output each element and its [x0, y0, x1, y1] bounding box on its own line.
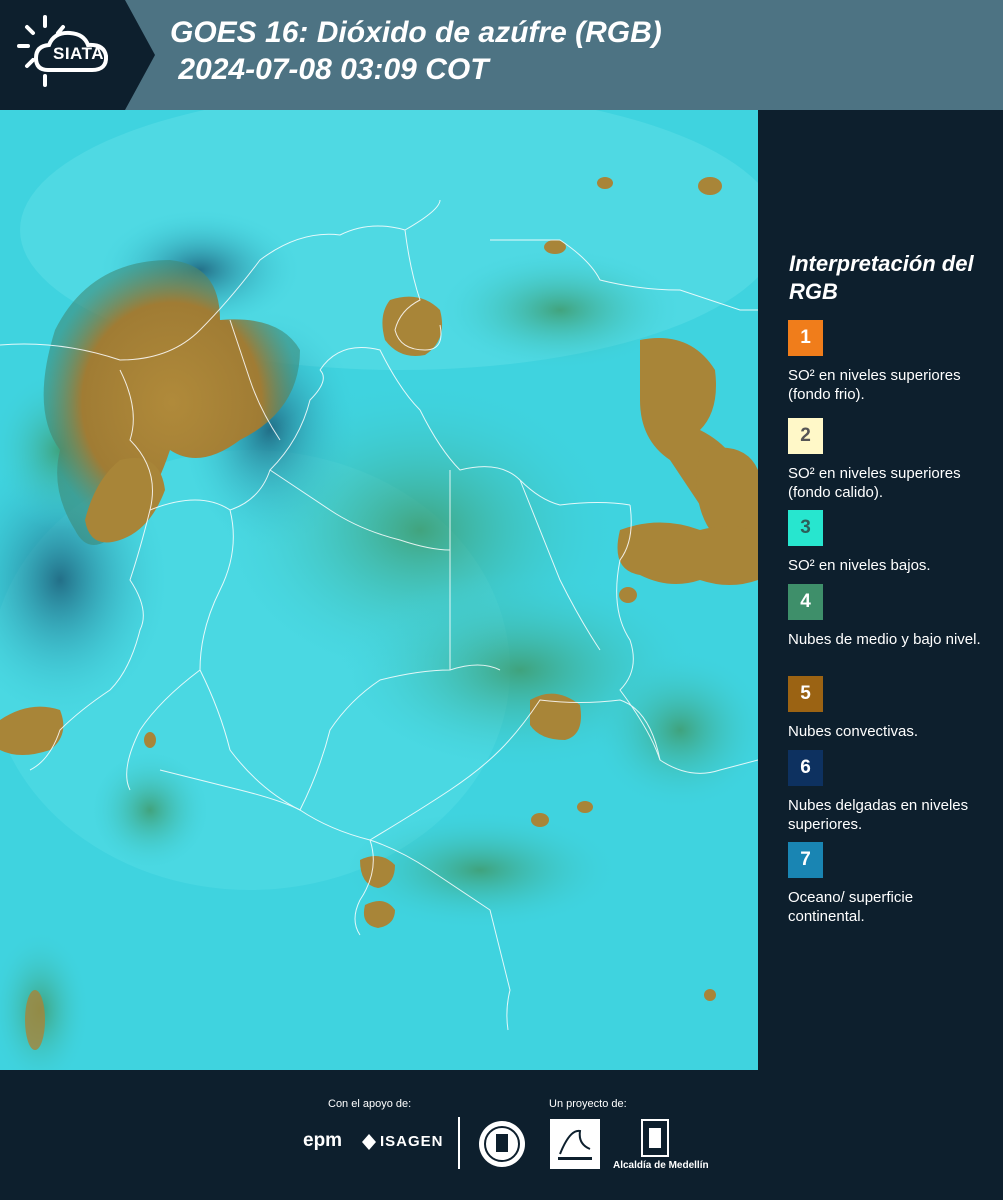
legend-label-2: SO² en niveles superiores (fondo calido)… — [788, 465, 961, 501]
legend-number-7: 7 — [800, 849, 811, 870]
page-title: GOES 16: Dióxido de azúfre (RGB) 2024-07… — [170, 16, 662, 86]
legend-number-1: 1 — [800, 327, 811, 348]
legend-item-6: 6 Nubes delgadas en niveles superiores. — [788, 750, 993, 834]
isagen-logo: ISAGEN — [380, 1133, 444, 1150]
legend-swatch-7: 7 — [788, 842, 823, 878]
legend-item-7: 7 Oceano/ superficie continental. — [788, 842, 993, 926]
legend-title: Interpretación del RGB — [789, 251, 974, 304]
footer-divider — [458, 1117, 460, 1169]
legend-number-2: 2 — [800, 425, 811, 446]
header-bar: SIATA GOES 16: Dióxido de azúfre (RGB) 2… — [0, 0, 1003, 110]
legend-label-4: Nubes de medio y bajo nivel. — [788, 631, 981, 648]
legend-swatch-6: 6 — [788, 750, 823, 786]
legend-swatch-1: 1 — [788, 320, 823, 356]
legend-label-6: Nubes delgadas en niveles superiores. — [788, 797, 969, 833]
legend-swatch-3: 3 — [788, 510, 823, 546]
medellin-seal-icon — [479, 1121, 525, 1167]
legend-panel: Interpretación del RGB 1 SO² en niveles … — [770, 110, 1003, 1070]
legend-label-7: Oceano/ superficie continental. — [788, 889, 914, 925]
legend-label-5: Nubes convectivas. — [788, 723, 919, 740]
satellite-map[interactable] — [0, 110, 758, 1070]
legend-item-3: 3 SO² en niveles bajos. — [788, 510, 993, 575]
legend-number-3: 3 — [800, 517, 811, 538]
area-metropolitana-logo — [550, 1119, 600, 1169]
logo-text: SIATA — [53, 44, 104, 63]
isagen-icon — [362, 1134, 376, 1150]
legend-item-1: 1 SO² en niveles superiores (fondo frio)… — [788, 320, 993, 404]
legend-number-5: 5 — [800, 683, 811, 704]
legend-number-4: 4 — [800, 591, 811, 612]
epm-logo: epm — [303, 1130, 343, 1151]
alcaldia-shield-icon — [641, 1119, 669, 1157]
support-label: Con el apoyo de: — [328, 1098, 412, 1110]
legend-item-2: 2 SO² en niveles superiores (fondo calid… — [788, 418, 993, 502]
map-image — [0, 110, 758, 1070]
legend-item-5: 5 Nubes convectivas. — [788, 676, 993, 741]
legend-number-6: 6 — [800, 757, 811, 778]
footer: Con el apoyo de: Un proyecto de: epm ISA… — [0, 1070, 1003, 1200]
legend-label-3: SO² en niveles bajos. — [788, 557, 931, 574]
legend-swatch-4: 4 — [788, 584, 823, 620]
project-label: Un proyecto de: — [549, 1098, 627, 1110]
siata-logo: SIATA — [0, 0, 155, 110]
legend-label-1: SO² en niveles superiores (fondo frio). — [788, 367, 961, 403]
legend-swatch-5: 5 — [788, 676, 823, 712]
legend-swatch-2: 2 — [788, 418, 823, 454]
legend-item-4: 4 Nubes de medio y bajo nivel. — [788, 584, 993, 649]
alcaldia-label: Alcaldía de Medellín — [613, 1160, 709, 1171]
area-icon — [558, 1129, 592, 1160]
